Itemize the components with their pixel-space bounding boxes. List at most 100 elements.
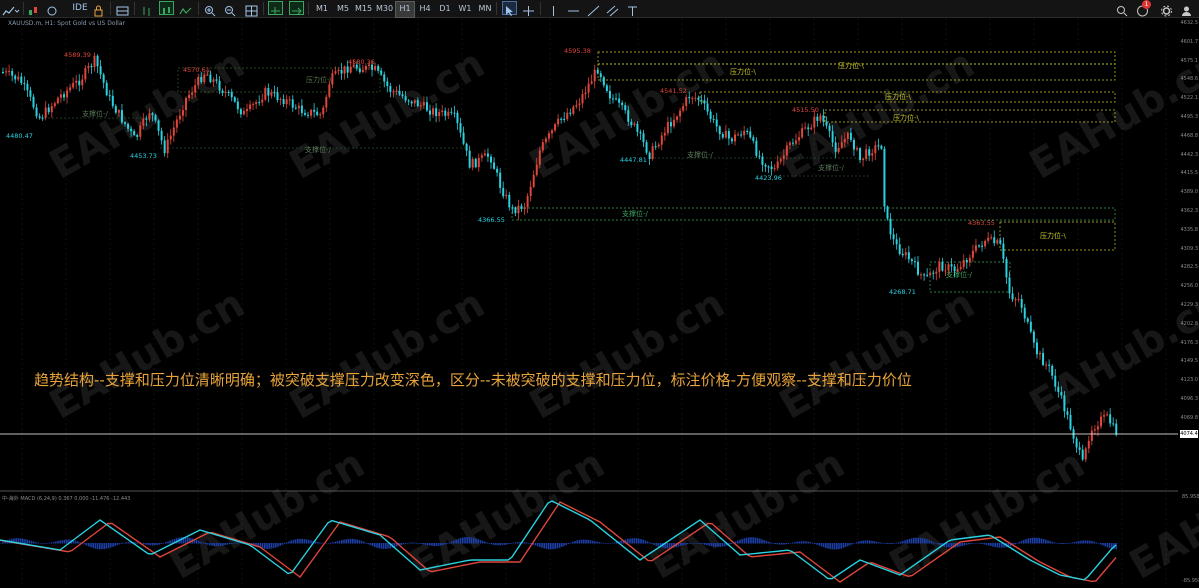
candle-body <box>154 115 157 121</box>
macd-histogram-bar <box>415 542 418 544</box>
macd-histogram-bar <box>22 538 24 544</box>
macd-histogram-bar <box>759 538 761 544</box>
macd-histogram-bar <box>1058 543 1060 544</box>
macd-histogram-bar <box>578 539 581 544</box>
candle-body <box>389 86 392 92</box>
macd-histogram-bar <box>279 543 281 546</box>
macd-histogram-bar <box>807 541 809 544</box>
candle-body <box>590 81 593 84</box>
macd-histogram-bar <box>721 543 724 547</box>
price-axis-label: 4389.0 <box>1180 189 1199 196</box>
macd-histogram-bar <box>420 543 422 544</box>
macd-histogram-bar <box>85 543 88 546</box>
candle-body <box>779 158 782 162</box>
macd-histogram-bar <box>429 543 431 546</box>
candle-body <box>978 245 980 247</box>
candle-body <box>215 79 218 81</box>
macd-histogram-bar <box>882 542 884 544</box>
macd-histogram-bar <box>457 538 460 544</box>
macd-histogram-bar <box>873 541 875 544</box>
macd-histogram-bar <box>1056 542 1058 544</box>
candle-body <box>1069 414 1072 430</box>
macd-histogram-bar <box>1093 541 1095 544</box>
macd-histogram-bar <box>237 542 240 544</box>
macd-histogram-bar <box>156 543 158 546</box>
candle-body <box>413 100 416 104</box>
candle-body <box>181 110 184 116</box>
macd-histogram-bar <box>763 540 765 544</box>
macd-histogram-bar <box>162 542 165 544</box>
price-chart[interactable]: EAHub.cn EAHub.cn EAHub.cn EAHub.cn EAHub.cn… <box>0 0 1199 588</box>
candle-body <box>377 66 380 71</box>
macd-histogram-bar <box>928 540 930 544</box>
candle-body <box>404 96 407 101</box>
candle-body <box>502 187 505 197</box>
candle-body <box>917 261 919 275</box>
macd-histogram-bar <box>160 543 163 545</box>
watermark-text: EAHub.cn <box>772 281 982 429</box>
candle-body <box>462 132 465 144</box>
macd-histogram-bar <box>963 543 966 546</box>
candle-body <box>993 237 996 244</box>
macd-histogram-bar <box>831 543 834 550</box>
candle-body <box>541 142 544 151</box>
candle-body <box>401 94 404 97</box>
candle-body <box>480 155 483 158</box>
macd-histogram-bar <box>387 543 389 549</box>
macd-histogram-bar <box>974 543 977 544</box>
candle-body <box>767 166 770 168</box>
macd-histogram-bar <box>37 542 39 544</box>
macd-histogram-bar <box>563 543 565 547</box>
macd-histogram-bar <box>1086 540 1089 544</box>
candle-body <box>14 75 17 80</box>
price-axis-label: 4309.3 <box>1180 245 1199 252</box>
high-price-tag: 4580.36 <box>348 58 375 66</box>
macd-histogram-bar <box>844 543 847 548</box>
macd-histogram-bar <box>77 541 79 544</box>
macd-histogram-bar <box>1049 541 1051 544</box>
macd-histogram-bar <box>1053 542 1056 544</box>
macd-histogram-bar <box>290 540 292 544</box>
macd-histogram-bar <box>151 543 154 546</box>
candle-body <box>959 267 962 269</box>
candle-body <box>703 100 706 104</box>
candle-body <box>636 123 639 132</box>
macd-histogram-bar <box>748 537 750 544</box>
candle-body <box>984 240 987 247</box>
macd-histogram-bar <box>477 539 479 544</box>
macd-histogram-bar <box>26 539 28 544</box>
candle-body <box>859 148 862 161</box>
candle-body <box>560 118 563 120</box>
price-axis[interactable]: 4632.5 4601.7 4575.1 4548.6 4522.1 4495.3 4468… <box>1178 18 1199 588</box>
candle-body <box>920 274 923 276</box>
candle-body <box>822 115 825 122</box>
candle-body <box>169 135 172 140</box>
candle-body <box>947 264 950 271</box>
macd-histogram-bar <box>937 543 939 545</box>
candle-body <box>203 74 206 83</box>
candle-body <box>261 99 264 103</box>
macd-histogram-bar <box>107 543 110 549</box>
macd-histogram-bar <box>301 538 303 544</box>
candle-body <box>846 132 849 140</box>
candle-body <box>242 111 245 115</box>
candle-body <box>968 257 971 263</box>
candle-body <box>883 148 886 207</box>
candle-body <box>349 66 352 73</box>
macd-histogram-bar <box>638 538 640 544</box>
low-price-tag: 4447.81 <box>620 156 647 164</box>
candle-body <box>490 156 492 163</box>
macd-histogram-bar <box>787 543 790 544</box>
candle-body <box>691 98 694 100</box>
macd-histogram-bar <box>0 543 2 544</box>
macd-histogram-bar <box>558 543 561 548</box>
candle-body <box>127 123 130 129</box>
high-price-tag: 4595.38 <box>564 47 591 55</box>
macd-histogram-bar <box>803 541 805 544</box>
candle-body <box>270 92 273 96</box>
macd-histogram-bar <box>1016 542 1018 544</box>
macd-histogram-bar <box>41 543 44 544</box>
macd-histogram-bar <box>816 543 818 545</box>
macd-axis-bottom: -85.958 <box>1182 578 1199 584</box>
macd-histogram-bar <box>534 543 537 546</box>
